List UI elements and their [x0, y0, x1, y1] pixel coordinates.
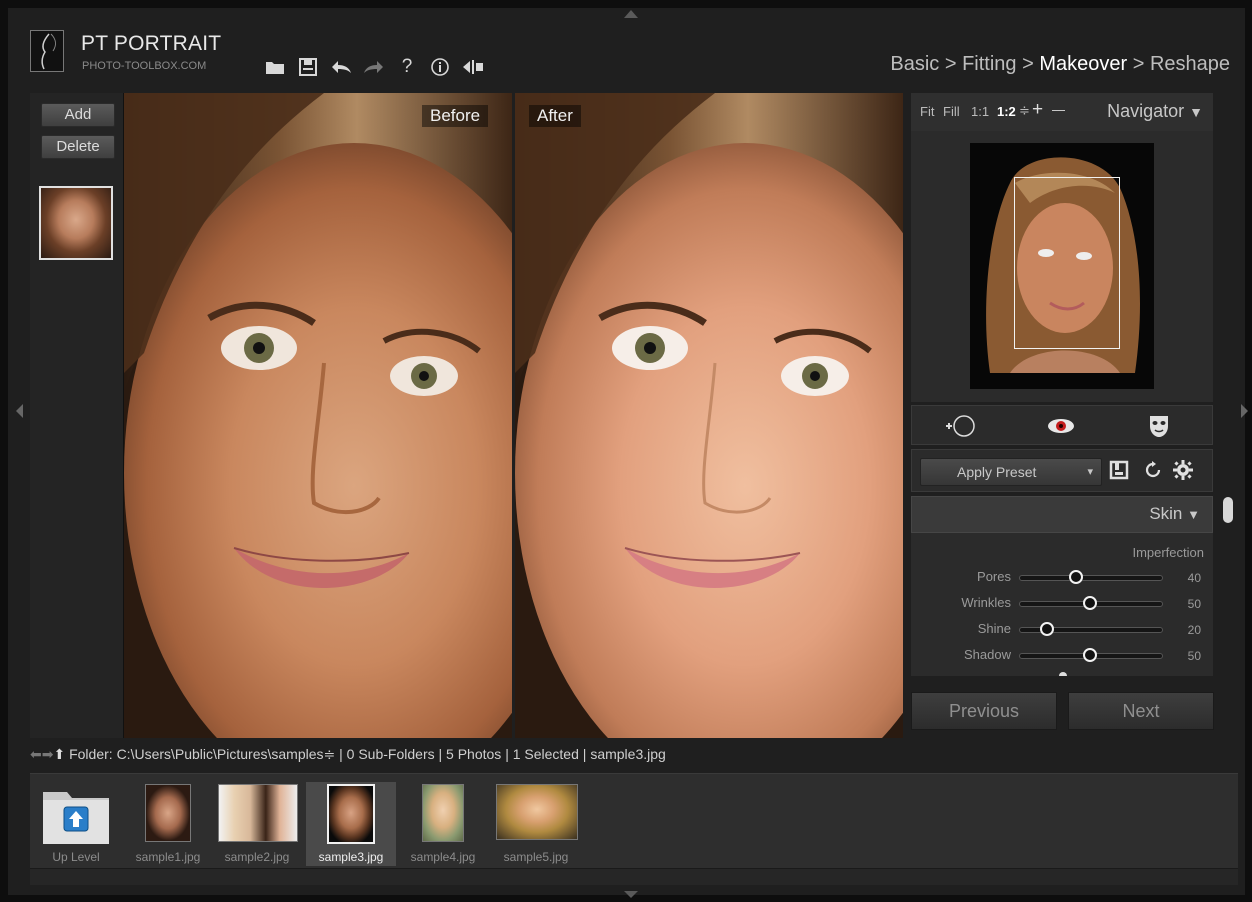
folder-up-icon — [39, 784, 113, 852]
skin-brush-icon[interactable] — [944, 414, 978, 442]
next-button[interactable]: Next — [1068, 692, 1214, 730]
app-logo — [30, 30, 64, 72]
folder-path[interactable]: C:\Users\Public\Pictures\samples — [117, 746, 324, 762]
breadcrumb-basic[interactable]: Basic — [890, 53, 939, 75]
after-photo[interactable]: After — [515, 93, 903, 738]
slider-knob[interactable] — [1083, 596, 1097, 610]
skin-section-header[interactable]: Skin ▼ — [911, 496, 1213, 533]
save-icon[interactable] — [295, 54, 321, 80]
info-icon[interactable] — [427, 54, 453, 80]
navigator-header: Fit Fill 1:1 1:2 ≑ + — Navigator ▼ — [911, 93, 1213, 132]
zoom-fit-button[interactable]: Fit — [920, 104, 934, 119]
slider-label: Shine — [977, 621, 1011, 636]
photo-count: 5 Photos — [446, 746, 502, 762]
more-sliders-indicator — [1059, 672, 1067, 676]
up-arrow-icon[interactable]: ⬆ — [53, 746, 65, 762]
makeover-tools — [911, 405, 1213, 445]
back-arrow-icon[interactable]: ⬅ — [30, 746, 42, 762]
mask-icon[interactable] — [1148, 414, 1170, 442]
chevron-down-icon: ▾ — [1087, 466, 1093, 478]
folder-open-icon[interactable] — [262, 54, 288, 80]
selected-count: 1 Selected — [512, 746, 579, 762]
navigator-title[interactable]: Navigator ▼ — [1107, 101, 1203, 122]
film-item-sample5[interactable]: sample5.jpg — [492, 782, 580, 866]
after-label: After — [529, 105, 581, 127]
filmstrip: Up Level sample1.jpg sample2.jpg sample3… — [30, 773, 1238, 869]
slider-value: 50 — [1187, 597, 1201, 611]
redo-icon[interactable] — [361, 54, 387, 80]
skin-title: Skin — [1149, 504, 1183, 523]
red-eye-icon[interactable] — [1046, 417, 1076, 439]
before-photo[interactable]: Before — [124, 93, 512, 738]
main-toolbar: ? — [262, 54, 493, 80]
before-label: Before — [422, 105, 489, 127]
slider-label: Shadow — [964, 647, 1011, 662]
undo-icon[interactable] — [328, 54, 354, 80]
image-list-panel: Add Delete — [30, 93, 124, 738]
breadcrumb-reshape[interactable]: Reshape — [1150, 53, 1230, 75]
forward-arrow-icon[interactable]: ➡ — [42, 746, 54, 762]
navigator-dropdown-icon: ▼ — [1189, 104, 1203, 120]
delete-button[interactable]: Delete — [41, 135, 115, 159]
slider-value: 20 — [1187, 623, 1201, 637]
zoom-fill-button[interactable]: Fill — [943, 104, 960, 119]
up-level-label: Up Level — [52, 850, 100, 864]
up-level-item[interactable]: Up Level — [36, 782, 116, 866]
skin-dropdown-icon[interactable]: ▼ — [1187, 507, 1200, 522]
slider-label: Pores — [977, 569, 1011, 584]
apply-preset-select[interactable]: Apply Preset ▾ — [920, 458, 1102, 486]
reset-icon[interactable] — [1143, 460, 1163, 484]
collapse-left-arrow-icon[interactable] — [16, 404, 23, 418]
folder-path-stepper-icon[interactable]: ≑ — [324, 746, 336, 762]
folder-bar: ⬅➡⬆ Folder: C:\Users\Public\Pictures\sam… — [30, 746, 666, 762]
compare-icon[interactable] — [460, 54, 486, 80]
zoom-in-button[interactable]: + — [1032, 99, 1043, 121]
slider-value: 40 — [1187, 571, 1201, 585]
breadcrumb-makeover[interactable]: Makeover — [1039, 53, 1127, 75]
panel-scrollbar[interactable] — [1223, 497, 1233, 523]
folder-label: Folder: — [69, 746, 113, 762]
zoom-1to1-button[interactable]: 1:1 — [971, 104, 989, 119]
slider-knob[interactable] — [1083, 648, 1097, 662]
app-title: PT PORTRAIT — [81, 32, 222, 55]
collapse-right-arrow-icon[interactable] — [1241, 404, 1248, 418]
slider-knob[interactable] — [1040, 622, 1055, 636]
gear-icon[interactable] — [1172, 459, 1194, 485]
skin-controls: Imperfection Pores 40 Wrinkles 50 Shine 20 Sha… — [911, 533, 1213, 676]
navigator-panel — [911, 131, 1213, 402]
filmstrip-footer — [30, 868, 1238, 885]
zoom-stepper-icon[interactable]: ≑ — [1019, 103, 1030, 119]
face-thumbnail[interactable] — [39, 186, 113, 260]
zoom-level-select[interactable]: 1:2 — [997, 104, 1016, 119]
add-button[interactable]: Add — [41, 103, 115, 127]
current-file: sample3.jpg — [590, 746, 666, 762]
imperfection-heading: Imperfection — [1132, 545, 1204, 560]
collapse-top-arrow-icon[interactable] — [624, 10, 638, 18]
save-preset-icon[interactable] — [1109, 460, 1129, 484]
slider-label: Wrinkles — [961, 595, 1011, 610]
preset-bar: Apply Preset ▾ — [911, 449, 1213, 492]
previous-button[interactable]: Previous — [911, 692, 1057, 730]
app-subtitle: PHOTO-TOOLBOX.COM — [82, 60, 207, 72]
film-item-sample3[interactable]: sample3.jpg — [306, 782, 396, 866]
slider-track[interactable] — [1019, 575, 1163, 581]
subfolder-count: 0 Sub-Folders — [346, 746, 435, 762]
help-icon[interactable]: ? — [394, 54, 420, 80]
slider-knob[interactable] — [1068, 570, 1083, 584]
zoom-out-button[interactable]: — — [1052, 102, 1065, 117]
breadcrumb-fitting[interactable]: Fitting — [962, 53, 1016, 75]
film-item-sample1[interactable]: sample1.jpg — [126, 782, 210, 866]
collapse-bottom-arrow-icon[interactable] — [624, 891, 638, 898]
navigator-viewport-rect[interactable] — [1014, 177, 1120, 349]
navigator-preview[interactable] — [970, 143, 1154, 389]
film-item-sample4[interactable]: sample4.jpg — [400, 782, 486, 866]
workflow-breadcrumb: Basic > Fitting > Makeover > Reshape — [890, 53, 1230, 75]
film-item-sample2[interactable]: sample2.jpg — [214, 782, 300, 866]
slider-value: 50 — [1187, 649, 1201, 663]
